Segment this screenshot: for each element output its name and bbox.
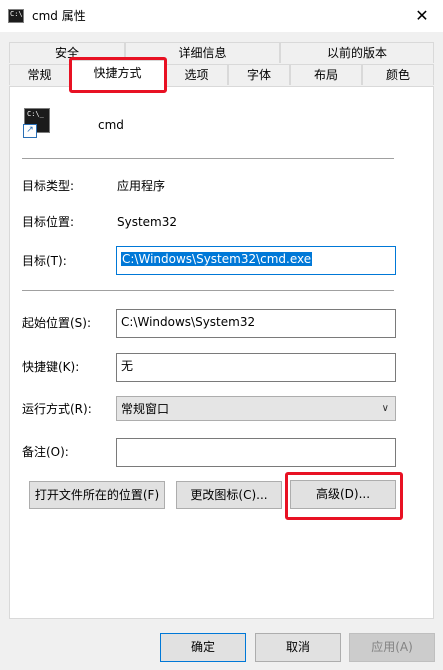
target-location-label: 目标位置: <box>22 215 75 229</box>
comment-input[interactable] <box>116 438 396 467</box>
apply-button[interactable]: 应用(A) <box>349 633 435 662</box>
advanced-button[interactable]: 高级(D)... <box>290 480 396 509</box>
start-in-input[interactable]: C:\Windows\System32 <box>116 309 396 338</box>
comment-label: 备注(O): <box>22 445 69 459</box>
hotkey-label: 快捷键(K): <box>22 360 80 374</box>
target-label: 目标(T): <box>22 254 67 268</box>
cmd-icon: C:\_ ↗ <box>23 108 50 138</box>
shortcut-name: cmd <box>98 118 124 132</box>
cancel-button[interactable]: 取消 <box>255 633 341 662</box>
target-location-value: System32 <box>117 215 178 229</box>
open-file-location-button[interactable]: 打开文件所在的位置(F) <box>29 481 165 509</box>
target-input-value: C:\Windows\System32\cmd.exe <box>121 252 313 266</box>
target-type-value: 应用程序 <box>117 179 166 193</box>
run-select[interactable]: 常规窗口 ∨ <box>116 396 396 421</box>
start-in-label: 起始位置(S): <box>22 316 92 330</box>
hotkey-input[interactable]: 无 <box>116 353 396 382</box>
separator <box>22 290 394 291</box>
chevron-down-icon: ∨ <box>381 403 389 414</box>
separator <box>22 158 394 159</box>
shortcut-arrow-icon: ↗ <box>23 124 37 138</box>
target-input[interactable]: C:\Windows\System32\cmd.exe <box>116 246 396 275</box>
run-label: 运行方式(R): <box>22 402 92 416</box>
change-icon-button[interactable]: 更改图标(C)... <box>176 481 282 509</box>
run-select-value: 常规窗口 <box>121 402 170 416</box>
target-type-label: 目标类型: <box>22 179 75 193</box>
ok-button[interactable]: 确定 <box>160 633 246 662</box>
